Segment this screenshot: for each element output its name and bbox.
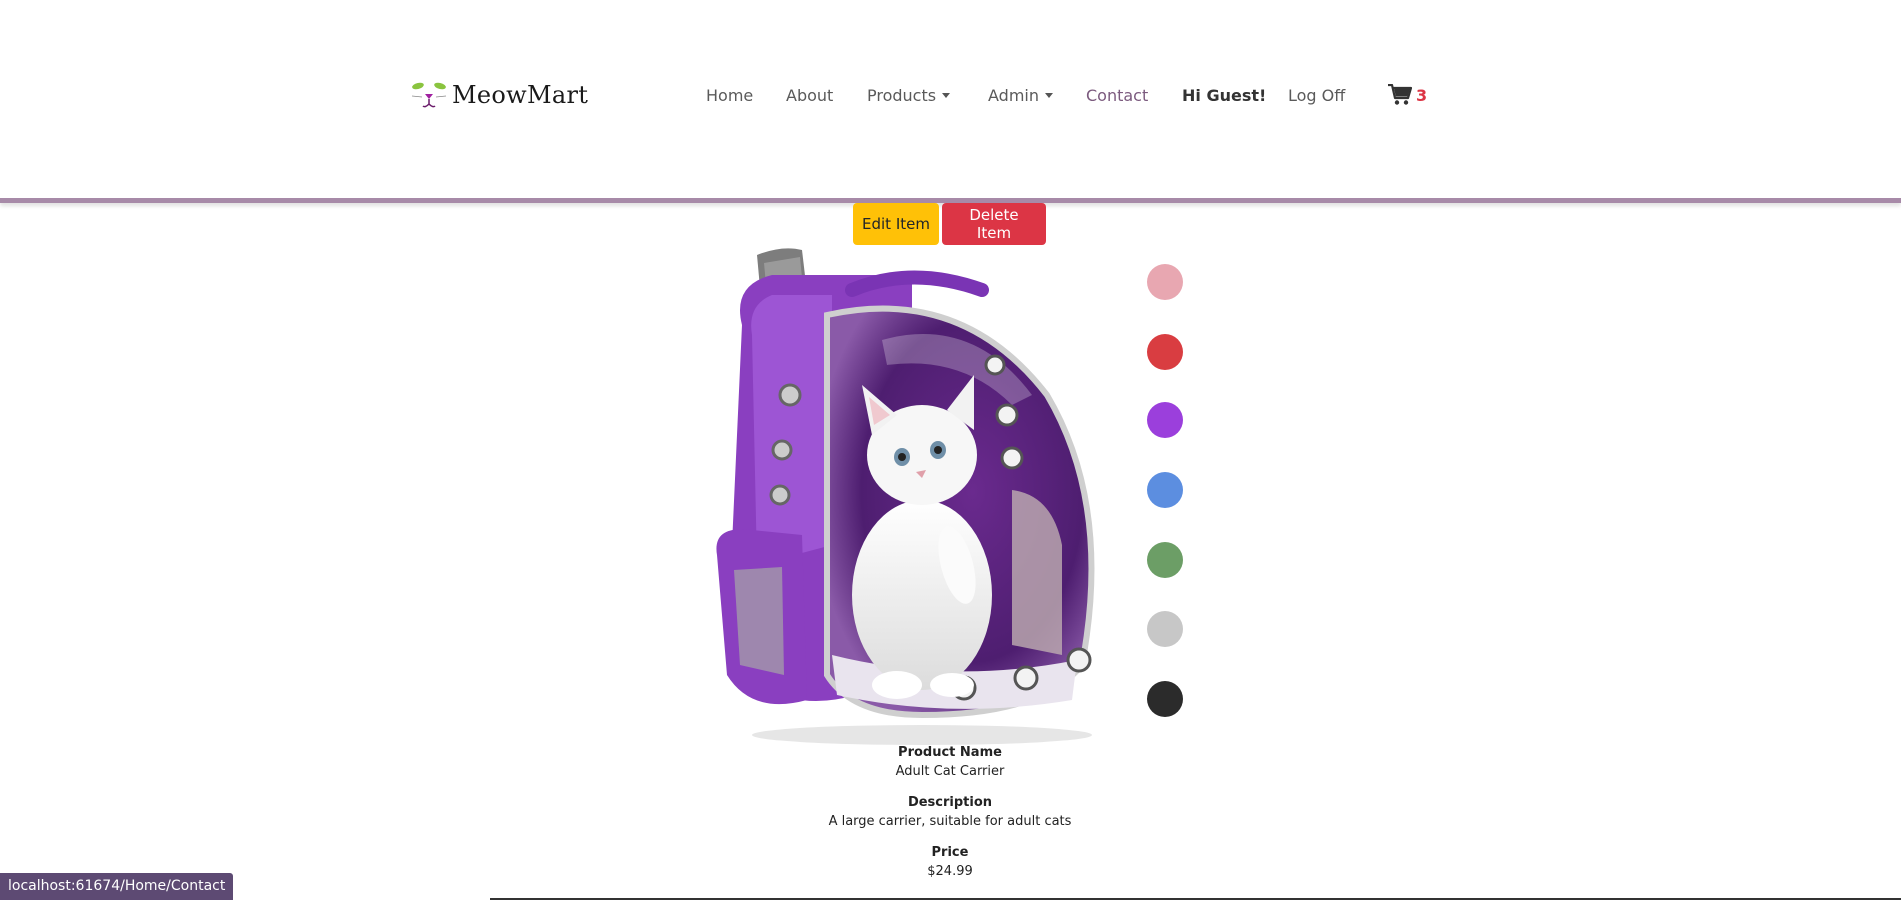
color-swatch-gray[interactable] <box>1147 611 1183 647</box>
color-swatch-green[interactable] <box>1147 542 1183 578</box>
chevron-down-icon <box>942 93 951 98</box>
chevron-down-icon <box>1045 93 1053 98</box>
color-swatch-pink[interactable] <box>1147 264 1183 300</box>
product-name-section: Product Name Adult Cat Carrier <box>800 745 1100 779</box>
product-name-label: Product Name <box>898 745 1002 760</box>
color-swatch-black[interactable] <box>1147 681 1183 717</box>
delete-item-button[interactable]: Delete Item <box>942 203 1046 245</box>
price-label: Price <box>931 845 969 860</box>
cart-count-badge: 3 <box>1416 85 1428 105</box>
description-label: Description <box>907 795 993 810</box>
product-price: $24.99 <box>927 864 973 879</box>
nav-products-label: Products <box>867 86 937 105</box>
page: MeowMart Home About Products Admin Conta… <box>0 0 1901 900</box>
nav-products-dropdown[interactable]: Products <box>867 86 951 105</box>
product-image <box>716 248 1095 745</box>
edit-item-button[interactable]: Edit Item <box>853 203 939 245</box>
brand-link[interactable]: MeowMart <box>410 80 588 110</box>
status-bar-url: localhost:61674/Home/Contact <box>0 873 234 900</box>
greeting-text: Hi Guest! <box>1182 86 1267 105</box>
nav-logoff[interactable]: Log Off <box>1288 86 1345 105</box>
nav-about[interactable]: About <box>786 86 833 105</box>
nav-contact[interactable]: Contact <box>1086 86 1148 105</box>
product-description: A large carrier, suitable for adult cats <box>828 814 1072 829</box>
nav-admin-dropdown[interactable]: Admin <box>988 86 1053 105</box>
brand-name: MeowMart <box>452 81 589 109</box>
cart-link[interactable]: 3 <box>1388 84 1427 106</box>
shopping-cart-icon <box>1388 84 1412 105</box>
product-name: Adult Cat Carrier <box>895 764 1005 779</box>
navbar: MeowMart Home About Products Admin Conta… <box>0 0 1901 203</box>
price-section: Price $24.99 <box>800 845 1100 879</box>
cat-logo-icon <box>411 82 447 108</box>
description-section: Description A large carrier, suitable fo… <box>800 795 1100 829</box>
color-swatch-purple[interactable] <box>1147 402 1183 438</box>
nav-admin-label: Admin <box>988 86 1039 105</box>
nav-home[interactable]: Home <box>706 86 753 105</box>
color-swatch-red[interactable] <box>1147 334 1183 370</box>
color-swatch-blue[interactable] <box>1147 472 1183 508</box>
